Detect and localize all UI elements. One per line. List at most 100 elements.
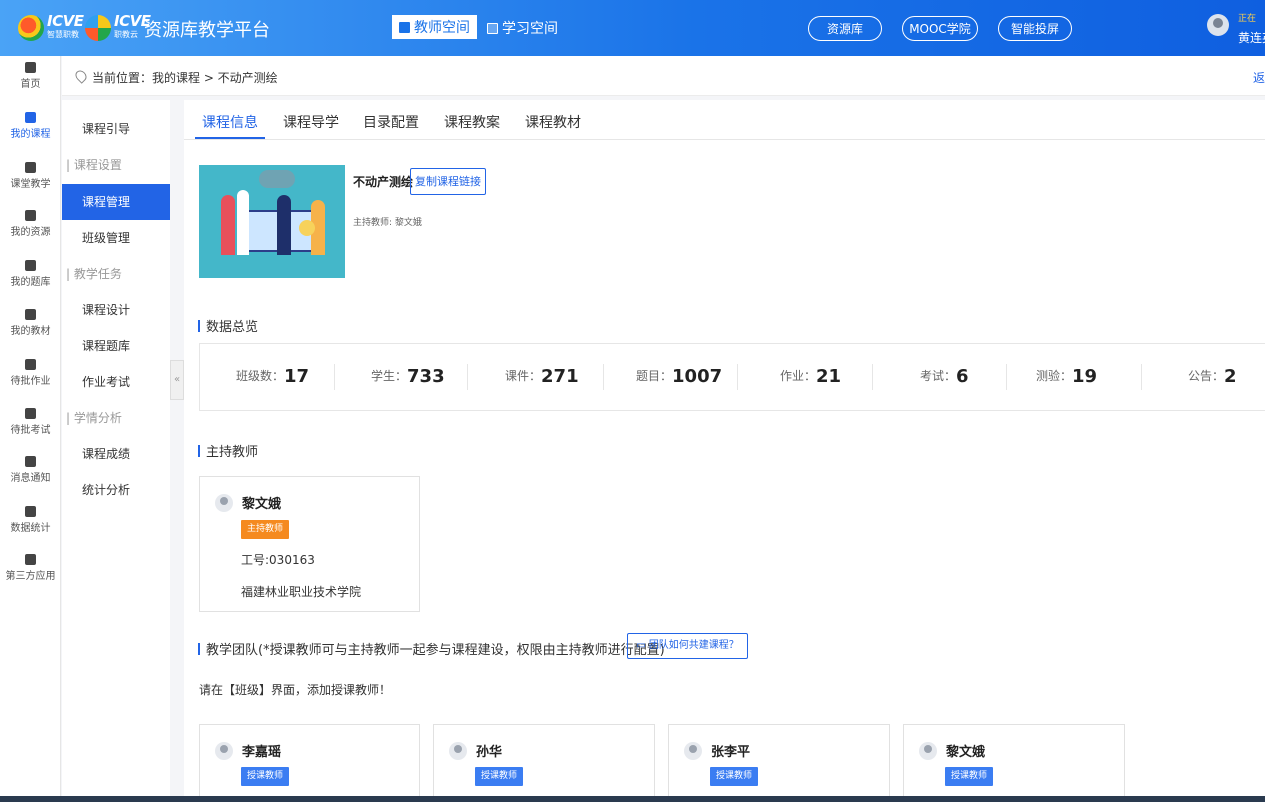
tab-textbooks[interactable]: 课程教材	[525, 112, 581, 132]
subnav-course-grades[interactable]: 课程成绩	[62, 436, 170, 472]
nav-messages[interactable]: 消息通知	[0, 456, 61, 484]
nav-my-resources[interactable]: 我的资源	[0, 210, 61, 238]
icve-zhihui-logo[interactable]: ICVE 智慧职教	[18, 12, 84, 42]
subnav-course-management[interactable]: 课程管理	[62, 184, 170, 220]
stat-homework-label: 作业：	[780, 369, 817, 383]
course-sub-nav: 课程引导 课程设置 课程管理 班级管理 教学任务 课程设计 课程题库 作业考试 …	[62, 100, 170, 802]
breadcrumb-text[interactable]: 当前位置：我的课程 > 不动产测绘	[92, 69, 278, 86]
course-tabs: 课程信息 课程导学 目录配置 课程教案 课程教材	[184, 100, 1265, 140]
team-member-card: 孙华 授课教师	[433, 724, 655, 802]
os-taskbar	[0, 796, 1265, 802]
nav-question-label: 我的题库	[10, 277, 51, 288]
tab-lesson-plans[interactable]: 课程教案	[444, 112, 500, 132]
stat-students-value: 733	[407, 366, 445, 387]
icve-zhijiaoyun-logo[interactable]: ICVE 职教云	[85, 14, 151, 42]
stat-quizzes-label: 测验：	[1036, 369, 1073, 383]
course-name: 不动产测绘	[353, 175, 414, 189]
learning-space-icon	[487, 22, 498, 34]
team-section-title: 教学团队(*授课教师可与主持教师一起参与课程建设，权限由主持教师进行配置)	[198, 639, 665, 658]
member-name: 黎文娥	[946, 745, 986, 760]
user-avatar[interactable]	[1207, 14, 1229, 36]
subnav-course-guide[interactable]: 课程引导	[62, 111, 170, 147]
member-role-badge: 授课教师	[710, 767, 759, 786]
stat-questions-value: 1007	[672, 366, 723, 387]
location-pin-icon	[73, 68, 89, 84]
logo1-sub: 智慧职教	[47, 30, 79, 39]
user-status: 正在	[1238, 14, 1257, 24]
logo2-sub: 职教云	[114, 30, 138, 39]
copy-course-link-button[interactable]: 复制课程链接	[410, 168, 486, 195]
nav-resources-label: 我的资源	[10, 227, 51, 238]
nav-courses-label: 我的课程	[10, 129, 51, 140]
exam-icon	[25, 408, 36, 419]
member-name: 张李平	[711, 745, 751, 760]
stat-students: 学生：733	[371, 366, 445, 387]
chevron-left-icon: «	[173, 374, 181, 385]
subnav-head-course-settings: 课程设置	[62, 147, 170, 183]
subnav-course-question-bank[interactable]: 课程题库	[62, 328, 170, 364]
nav-question-bank[interactable]: 我的题库	[0, 260, 61, 288]
stat-exams-value: 6	[956, 366, 969, 387]
stat-quizzes: 测验：19	[1036, 366, 1097, 387]
logo1-text: ICVE	[47, 12, 84, 30]
team-member-card: 黎文娥 授课教师	[903, 724, 1125, 802]
resources-icon	[25, 210, 36, 221]
nav-exams-label: 待批考试	[10, 425, 51, 436]
course-cover-image[interactable]	[199, 165, 345, 278]
stat-exams-label: 考试：	[920, 369, 957, 383]
stats-icon	[25, 506, 36, 517]
platform-title: 资源库教学平台	[144, 20, 270, 41]
nav-my-textbooks[interactable]: 我的教材	[0, 309, 61, 337]
nav-textbook-label: 我的教材	[10, 326, 51, 337]
nav-data-stats[interactable]: 数据统计	[0, 506, 61, 534]
tab-course-guide[interactable]: 课程导学	[283, 112, 339, 132]
homework-icon	[25, 359, 36, 370]
back-link[interactable]: 返	[1253, 69, 1265, 86]
nav-home[interactable]: 首页	[0, 62, 61, 90]
nav-apps-label: 第三方应用	[5, 571, 56, 582]
tab-learn-label: 学习空间	[502, 21, 558, 37]
course-host-line: 主持教师: 黎文娥	[353, 218, 422, 228]
subnav-homework-exams[interactable]: 作业考试	[62, 364, 170, 400]
nav-classroom-teaching[interactable]: 课堂教学	[0, 162, 61, 190]
team-help-button[interactable]: ▭ 团队如何共建课程？	[627, 633, 748, 659]
nav-pending-homework[interactable]: 待批作业	[0, 359, 61, 387]
subnav-course-design[interactable]: 课程设计	[62, 292, 170, 328]
nav-pending-exams[interactable]: 待批考试	[0, 408, 61, 436]
stat-classes-label: 班级数：	[236, 369, 285, 383]
subnav-class-management[interactable]: 班级管理	[62, 220, 170, 256]
user-name[interactable]: 黄连英	[1238, 29, 1265, 46]
stat-announcements-label: 公告：	[1188, 369, 1225, 383]
zhijiaoyun-logo-icon	[85, 15, 111, 41]
stat-homework-value: 21	[816, 366, 842, 387]
host-employee-id: 工号:030163	[241, 553, 315, 567]
member-avatar	[215, 742, 233, 760]
smart-projection-button[interactable]: 智能投屏	[998, 16, 1072, 41]
stat-classes-value: 17	[284, 366, 310, 387]
subnav-statistics[interactable]: 统计分析	[62, 472, 170, 508]
host-role-badge: 主持教师	[241, 520, 290, 539]
top-bar: ICVE 智慧职教 ICVE 职教云 资源库教学平台 教师空间 | 学习空间 资…	[0, 0, 1265, 56]
main-content: 课程信息 课程导学 目录配置 课程教案 课程教材 不动产测绘 复制课程链接 主持…	[184, 100, 1265, 802]
apps-grid-icon	[25, 554, 36, 565]
host-school: 福建林业职业技术学院	[241, 585, 362, 599]
nav-stats-label: 数据统计	[10, 523, 51, 534]
tab-teacher-space[interactable]: 教师空间	[392, 15, 477, 39]
stat-questions-label: 题目：	[636, 369, 673, 383]
nav-third-party-apps[interactable]: 第三方应用	[0, 554, 61, 582]
mooc-college-button[interactable]: MOOC学院	[902, 16, 978, 41]
nav-home-label: 首页	[20, 79, 41, 90]
tab-catalog-config[interactable]: 目录配置	[363, 112, 419, 132]
resource-library-button[interactable]: 资源库	[808, 16, 882, 41]
nav-my-courses[interactable]: 我的课程	[0, 112, 61, 140]
nav-messages-label: 消息通知	[10, 473, 51, 484]
stat-announcements-value: 2	[1224, 366, 1237, 387]
team-help-label: 团队如何共建课程？	[648, 640, 739, 651]
tab-teacher-label: 教师空间	[414, 20, 470, 36]
question-bank-icon	[25, 260, 36, 271]
member-avatar	[684, 742, 702, 760]
tab-learning-space[interactable]: 学习空间	[487, 18, 558, 38]
member-avatar	[449, 742, 467, 760]
collapse-sidebar-button[interactable]: «	[170, 360, 184, 400]
tab-course-info[interactable]: 课程信息	[202, 112, 258, 132]
